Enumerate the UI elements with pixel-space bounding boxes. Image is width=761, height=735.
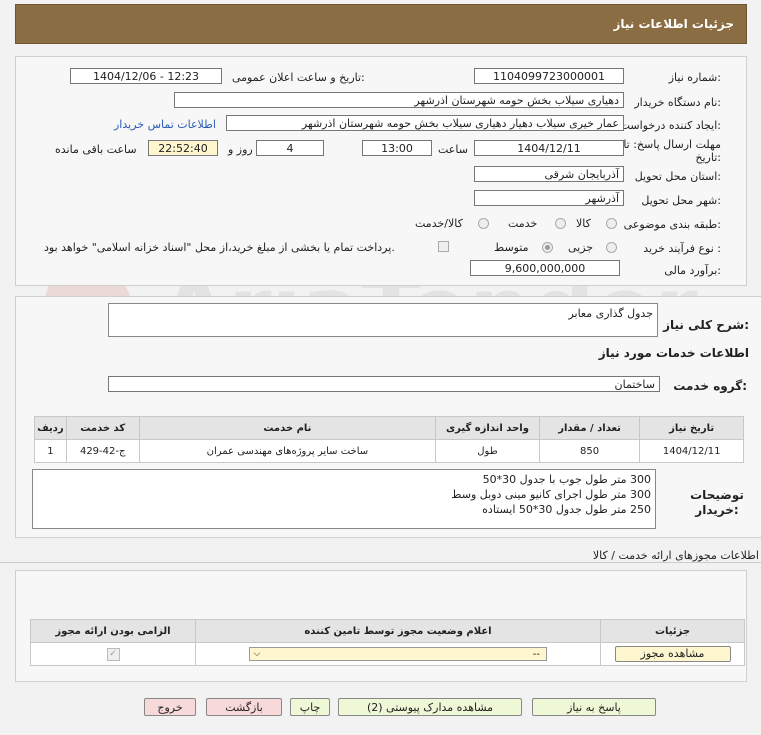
time-label: ساعت	[438, 143, 468, 156]
view-attachments-button[interactable]: مشاهده مدارک پیوستی (2)	[338, 698, 522, 716]
deadline-date-field: 1404/12/11	[474, 140, 624, 156]
service-group-field: ساختمان	[108, 376, 660, 392]
col-permit-required: الزامی بودن ارائه مجوز	[30, 619, 196, 643]
page-header: جزئیات اطلاعات نیاز	[15, 4, 747, 44]
col-service-code: کد خدمت	[65, 416, 140, 440]
province-label: استان محل تحویل:	[634, 170, 721, 183]
category-radio-both[interactable]	[478, 218, 489, 229]
page-title: جزئیات اطلاعات نیاز	[613, 17, 734, 31]
remaining-label: ساعت باقی مانده	[55, 143, 137, 156]
days-label: روز و	[228, 143, 253, 156]
cell-permit-details: مشاهده مجوز	[600, 642, 745, 666]
need-number-field: 1104099723000001	[474, 68, 624, 84]
treasury-payment-checkbox[interactable]	[438, 241, 449, 252]
announce-field: 1404/12/06 - 12:23	[70, 68, 222, 84]
exit-button[interactable]: خروج	[144, 698, 196, 716]
cell-need-date: 1404/12/11	[639, 439, 744, 463]
permit-status-value: --	[532, 648, 540, 660]
days-field: 4	[256, 140, 324, 156]
permit-status-select[interactable]: ⌵ --	[249, 647, 547, 661]
buyer-notes-label: توضیحات خریدار:	[690, 488, 744, 517]
cell-quantity: 850	[538, 439, 641, 463]
deadline-label: مهلت ارسال پاسخ: تا تاریخ:	[623, 138, 721, 164]
need-number-label: شماره نیاز:	[668, 71, 721, 84]
province-field: آذربایجان شرقی	[474, 166, 624, 182]
table-row: ✓ ⌵ -- مشاهده مجوز	[30, 642, 745, 666]
service-group-label: گروه خدمت:	[673, 379, 747, 393]
category-radio-goods[interactable]	[606, 218, 617, 229]
chevron-down-icon: ⌵	[253, 649, 261, 659]
category-label: طبقه بندی موضوعی:	[623, 218, 721, 231]
buyer-org-field: دهیاری سیلاب بخش حومه شهرستان اذرشهر	[174, 92, 624, 108]
category-option-goods: کالا	[576, 217, 591, 230]
buyer-notes-line: 300 متر طول جوب با جدول 30*50	[482, 473, 651, 486]
permits-section-title: اطلاعات مجوزهای ارائه خدمت / کالا	[592, 549, 759, 562]
city-field: آذرشهر	[474, 190, 624, 206]
col-quantity: تعداد / مقدار	[538, 416, 641, 440]
cell-permit-status: ⌵ --	[195, 642, 601, 666]
purchase-radio-medium[interactable]	[542, 242, 553, 253]
permits-table: الزامی بودن ارائه مجوز اعلام وضعیت مجوز …	[30, 619, 745, 666]
summary-label: شرح کلی نیاز:	[663, 318, 749, 332]
contact-buyer-link[interactable]: اطلاعات تماس خریدار	[114, 118, 216, 131]
table-row: 1 ج-42-429 ساخت سایر پروژه‌های مهندسی عم…	[34, 439, 744, 463]
permit-required-checkbox: ✓	[106, 647, 120, 661]
col-permit-status: اعلام وضعیت مجوز توسط تامین کننده	[195, 619, 601, 643]
col-row-number: ردیف	[34, 416, 67, 440]
announce-label: تاریخ و ساعت اعلان عمومی:	[232, 71, 365, 84]
purchase-option-minor: جزیی	[568, 241, 594, 254]
deadline-time-field: 13:00	[362, 140, 432, 156]
category-option-service: خدمت	[508, 217, 538, 230]
cell-service-name: ساخت سایر پروژه‌های مهندسی عمران	[138, 439, 437, 463]
services-table-header: ردیف کد خدمت نام خدمت واحد اندازه گیری ت…	[34, 416, 744, 440]
view-permit-button[interactable]: مشاهده مجوز	[614, 646, 731, 662]
cell-permit-required: ✓	[30, 642, 196, 666]
creator-label: ایجاد کننده درخواست:	[619, 119, 721, 132]
col-service-name: نام خدمت	[138, 416, 437, 440]
estimate-label: برآورد مالی:	[664, 264, 721, 277]
cell-service-code: ج-42-429	[65, 439, 140, 463]
remaining-time-field: 22:52:40	[148, 140, 218, 156]
purchase-option-medium: متوسط	[494, 241, 529, 254]
col-unit: واحد اندازه گیری	[435, 416, 540, 440]
creator-field: عمار خیری سیلاب دهیار دهیاری سیلاب بخش ح…	[226, 115, 624, 131]
buyer-org-label: نام دستگاه خریدار:	[634, 96, 721, 109]
buyer-notes-textarea[interactable]: 300 متر طول جوب با جدول 30*50 300 متر طو…	[32, 469, 656, 529]
category-radio-service[interactable]	[555, 218, 566, 229]
buyer-notes-line: 250 متر طول جدول 30*50 ایستاده	[482, 503, 651, 516]
services-section-title: اطلاعات خدمات مورد نیاز	[598, 346, 749, 360]
cell-unit: طول	[435, 439, 540, 463]
buyer-notes-line: 300 متر طول اجرای کانیو مینی دوبل وسط	[451, 488, 651, 501]
purchase-radio-minor[interactable]	[606, 242, 617, 253]
services-table: ردیف کد خدمت نام خدمت واحد اندازه گیری ت…	[34, 416, 744, 463]
estimate-field: 9,600,000,000	[470, 260, 620, 276]
print-button[interactable]: چاپ	[290, 698, 330, 716]
purchase-type-label: نوع فرآیند خرید :	[643, 242, 721, 255]
col-need-date: تاریخ نیاز	[639, 416, 744, 440]
back-button[interactable]: بازگشت	[206, 698, 282, 716]
city-label: شهر محل تحویل:	[641, 194, 721, 207]
category-option-both: کالا/خدمت	[415, 217, 463, 230]
permits-divider	[0, 562, 761, 563]
cell-row-number: 1	[34, 439, 67, 463]
summary-textarea[interactable]: جدول گذاری معابر	[108, 303, 658, 337]
permits-table-header: الزامی بودن ارائه مجوز اعلام وضعیت مجوز …	[30, 619, 745, 643]
reply-button[interactable]: پاسخ به نیاز	[532, 698, 656, 716]
col-permit-details: جزئیات	[600, 619, 745, 643]
treasury-payment-note: پرداخت تمام یا بخشی از مبلغ خرید،از محل …	[44, 241, 395, 254]
